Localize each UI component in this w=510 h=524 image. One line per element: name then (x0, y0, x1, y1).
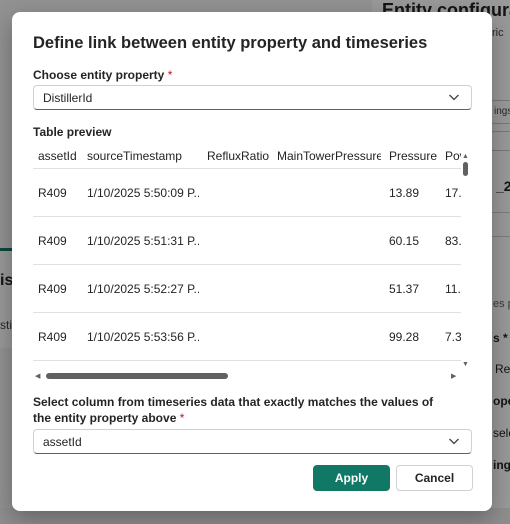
cell-timestamp: 1/10/2025 5:52:27 P... (87, 281, 199, 296)
column-header: sourceTimestamp (87, 148, 182, 163)
vertical-scrollbar[interactable]: ▲ ▼ (460, 153, 472, 384)
scroll-up-icon[interactable]: ▲ (462, 153, 469, 160)
cell-power: 17. (445, 185, 461, 200)
horizontal-scrollbar[interactable]: ◀ ▶ (33, 370, 461, 382)
cell-timestamp: 1/10/2025 5:50:09 P... (87, 185, 199, 200)
scroll-down-icon[interactable]: ▼ (462, 361, 469, 368)
cell-asset-id: R409 (38, 281, 67, 296)
cell-pressure: 51.37 (389, 281, 420, 296)
cell-power: 83. (445, 233, 461, 248)
entity-property-label-text: Choose entity property (33, 68, 165, 82)
timeseries-column-label-text: Select column from timeseries data that … (33, 395, 434, 425)
timeseries-column-value: assetId (43, 434, 82, 449)
table-row: R409 1/10/2025 5:52:27 P... 51.37 11. (33, 265, 461, 313)
column-header: Pov (445, 148, 461, 163)
horizontal-scroll-thumb[interactable] (46, 373, 228, 379)
cell-pressure: 99.28 (389, 329, 420, 344)
column-header: assetId (38, 148, 77, 163)
column-header: RefluxRatio (207, 148, 270, 163)
scroll-right-icon[interactable]: ▶ (451, 373, 456, 380)
table-preview-label: Table preview (33, 125, 112, 139)
entity-property-dropdown[interactable]: DistillerId (33, 85, 472, 110)
cell-power: 11. (445, 281, 461, 296)
table-header: assetId sourceTimestamp RefluxRatio Main… (33, 143, 461, 169)
apply-button[interactable]: Apply (313, 465, 390, 491)
dialog-title: Define link between entity property and … (33, 34, 428, 52)
cell-asset-id: R409 (38, 185, 67, 200)
entity-property-value: DistillerId (43, 90, 93, 105)
cancel-button[interactable]: Cancel (396, 465, 473, 491)
chevron-down-icon (449, 438, 459, 445)
required-mark: * (179, 411, 185, 425)
table-row: R409 1/10/2025 5:51:31 P... 60.15 83. (33, 217, 461, 265)
column-header: MainTowerPressure (277, 148, 381, 163)
required-mark: * (167, 68, 173, 82)
chevron-down-icon (449, 94, 459, 101)
cell-pressure: 60.15 (389, 233, 420, 248)
cell-asset-id: R409 (38, 329, 67, 344)
cell-timestamp: 1/10/2025 5:53:56 P... (87, 329, 199, 344)
cell-asset-id: R409 (38, 233, 67, 248)
scroll-left-icon[interactable]: ◀ (35, 373, 40, 380)
cell-timestamp: 1/10/2025 5:51:31 P... (87, 233, 199, 248)
table-row: R409 1/10/2025 5:50:09 P... 13.89 17. (33, 169, 461, 217)
timeseries-column-dropdown[interactable]: assetId (33, 429, 472, 454)
vertical-scroll-thumb[interactable] (463, 162, 468, 176)
link-dialog: Define link between entity property and … (12, 12, 492, 511)
cell-pressure: 13.89 (389, 185, 420, 200)
table-preview: assetId sourceTimestamp RefluxRatio Main… (33, 143, 472, 384)
table-row: R409 1/10/2025 5:53:56 P... 99.28 7.3 (33, 313, 461, 361)
entity-property-label: Choose entity property * (33, 68, 172, 82)
column-header: Pressure (389, 148, 438, 163)
timeseries-column-label: Select column from timeseries data that … (33, 394, 453, 426)
cell-power: 7.3 (445, 329, 461, 344)
